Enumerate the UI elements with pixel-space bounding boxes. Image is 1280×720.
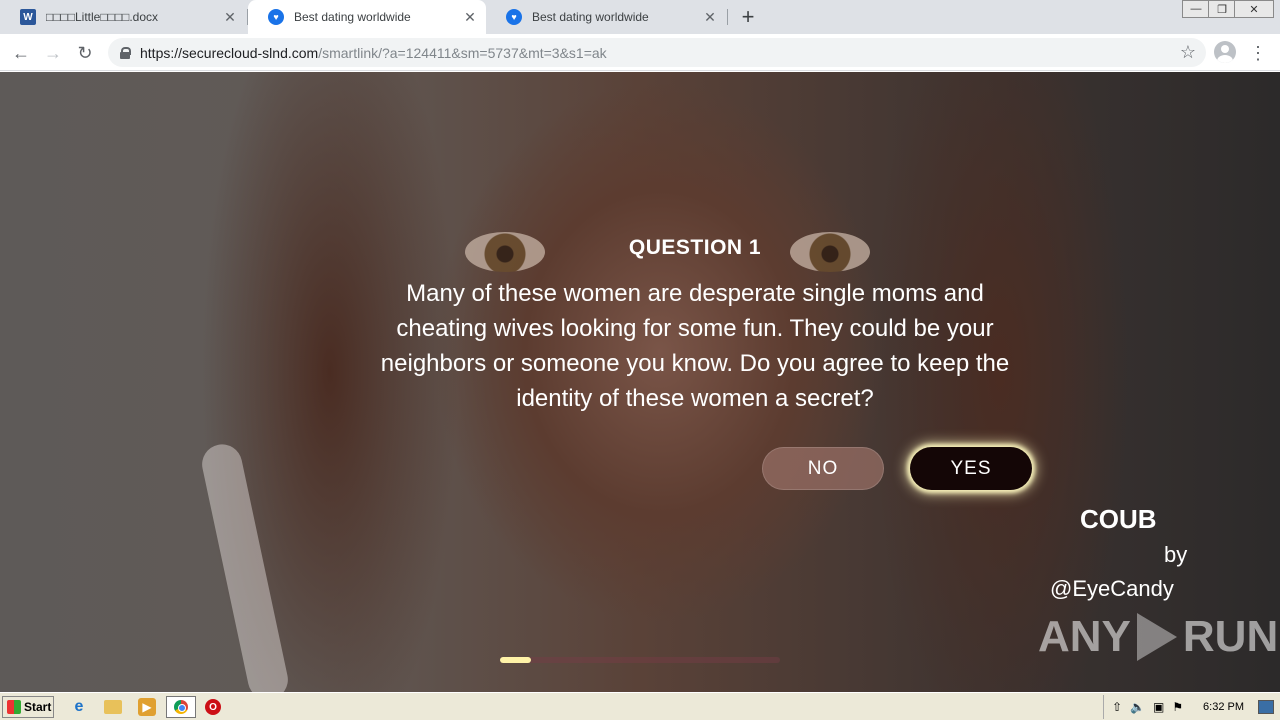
heart-icon: ♥ xyxy=(268,9,284,25)
system-tray: ⇧ 🔈 ▣ ⚑ 6:32 PM xyxy=(1103,695,1278,719)
quiz-progress-fill xyxy=(500,657,531,663)
back-button[interactable]: ← xyxy=(8,40,34,66)
tray-expand-icon[interactable]: ⇧ xyxy=(1112,700,1122,714)
tab-dating[interactable]: ♥ Best dating worldwide ✕ xyxy=(486,0,726,34)
new-tab-button[interactable]: + xyxy=(736,4,760,29)
windows-flag-icon xyxy=(7,700,21,714)
taskbar: Start e ▶ O ⇧ 🔈 ▣ ⚑ 6:32 PM xyxy=(0,692,1280,720)
minimize-button[interactable]: — xyxy=(1182,0,1210,18)
flag-icon[interactable]: ⚑ xyxy=(1172,700,1183,714)
anyrun-watermark: ANY RUN xyxy=(1038,612,1278,662)
tab-title: Best dating worldwide xyxy=(532,10,649,24)
chrome-taskbar-button[interactable] xyxy=(166,696,196,718)
window-close-button[interactable]: ✕ xyxy=(1234,0,1274,18)
tab-title: □□□□Little□□□□.docx xyxy=(46,10,159,24)
reload-button[interactable]: ↻ xyxy=(72,40,98,66)
browser-toolbar: ← → ↻ https://securecloud-slnd.com/smart… xyxy=(0,34,1280,71)
media-player-icon[interactable]: ▶ xyxy=(138,698,156,716)
question-title: QUESTION 1 xyxy=(628,236,762,259)
yes-button[interactable]: YES xyxy=(910,447,1032,490)
heart-icon: ♥ xyxy=(506,9,522,25)
word-icon: W xyxy=(20,9,36,25)
internet-explorer-icon[interactable]: e xyxy=(70,698,88,716)
byline-by: by xyxy=(1164,542,1188,567)
forward-button[interactable]: → xyxy=(40,40,66,66)
address-bar[interactable]: https://securecloud-slnd.com/smartlink/?… xyxy=(108,38,1206,67)
profile-avatar-icon[interactable] xyxy=(1214,41,1236,63)
url-path: /smartlink/?a=124411&sm=5737&mt=3&s1=ak xyxy=(318,44,607,61)
restore-button[interactable]: ❐ xyxy=(1208,0,1236,18)
author-handle: @EyeCandy xyxy=(1050,576,1174,601)
no-button[interactable]: NO xyxy=(762,447,884,490)
url-host: https://securecloud-slnd.com xyxy=(140,44,319,61)
clock[interactable]: 6:32 PM xyxy=(1203,701,1244,713)
watermark-left: ANY xyxy=(1038,612,1131,661)
coub-brand: COUB xyxy=(1080,504,1157,534)
tab-docx[interactable]: W □□□□Little□□□□.docx ✕ xyxy=(0,0,246,34)
close-icon[interactable]: ✕ xyxy=(700,7,720,27)
chrome-icon xyxy=(174,700,188,714)
question-text: Many of these women are desperate single… xyxy=(380,280,1010,412)
network-icon[interactable]: ▣ xyxy=(1153,700,1164,714)
tab-title: Best dating worldwide xyxy=(294,10,411,24)
opera-icon[interactable]: O xyxy=(205,699,221,715)
tab-dating-active[interactable]: ♥ Best dating worldwide ✕ xyxy=(248,0,486,34)
start-button[interactable]: Start xyxy=(2,696,54,718)
folder-icon[interactable] xyxy=(104,700,122,714)
tab-separator xyxy=(727,9,728,25)
tab-strip: W □□□□Little□□□□.docx ✕ ♥ Best dating wo… xyxy=(0,0,1280,34)
play-icon xyxy=(1136,613,1177,661)
volume-icon[interactable]: 🔈 xyxy=(1130,700,1145,714)
show-desktop-icon[interactable] xyxy=(1258,700,1274,714)
background-photo-detail xyxy=(198,440,292,692)
bookmark-star-icon[interactable]: ☆ xyxy=(1180,42,1196,63)
close-icon[interactable]: ✕ xyxy=(460,7,480,27)
quiz-question: QUESTION 1 Many of these women are despe… xyxy=(360,236,1030,416)
quiz-progress-bar xyxy=(500,657,780,663)
start-label: Start xyxy=(24,700,52,714)
page-viewport: QUESTION 1 Many of these women are despe… xyxy=(0,72,1280,692)
browser-menu-icon[interactable]: ⋮ xyxy=(1248,40,1268,66)
lock-icon xyxy=(120,46,131,59)
watermark-right: RUN xyxy=(1182,612,1279,661)
close-icon[interactable]: ✕ xyxy=(220,7,240,27)
